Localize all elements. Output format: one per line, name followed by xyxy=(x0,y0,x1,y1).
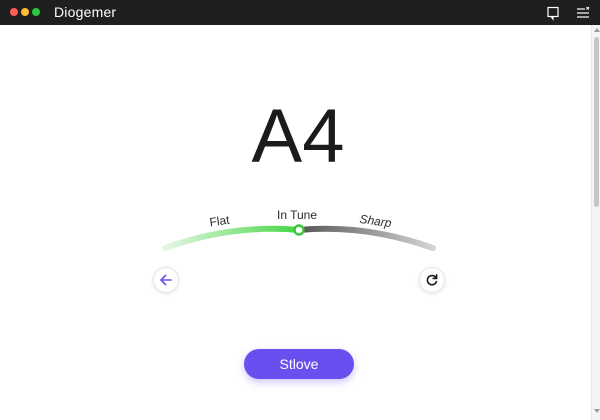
primary-action-button[interactable]: Stlove xyxy=(244,349,354,379)
window-minimize-button[interactable] xyxy=(21,8,29,16)
rotate-cw-icon xyxy=(426,274,438,286)
menu-list-icon[interactable] xyxy=(575,5,591,21)
gauge-arc-flat xyxy=(162,225,302,251)
window-maximize-button[interactable] xyxy=(32,8,40,16)
title-bar: Diogemer xyxy=(0,0,600,25)
tuning-needle xyxy=(293,224,305,236)
gauge-label-sharp: Sharp xyxy=(359,212,393,230)
back-button[interactable] xyxy=(153,267,179,293)
scrollbar-thumb[interactable] xyxy=(594,37,599,207)
window-close-button[interactable] xyxy=(10,8,18,16)
reset-button[interactable] xyxy=(419,267,445,293)
app-title: Diogemer xyxy=(54,4,117,20)
vertical-scrollbar[interactable] xyxy=(591,25,600,420)
note-display: A4 xyxy=(251,94,345,179)
scroll-up-icon[interactable] xyxy=(594,28,600,32)
message-square-icon[interactable] xyxy=(545,5,561,21)
gauge-label-flat: Flat xyxy=(209,213,231,230)
gauge-arc-sharp xyxy=(296,225,436,251)
tuning-gauge: Flat In Tune Sharp xyxy=(162,208,436,251)
gauge-label-in-tune: In Tune xyxy=(277,208,317,222)
arrow-left-icon xyxy=(160,274,172,286)
scroll-down-icon[interactable] xyxy=(594,409,600,413)
